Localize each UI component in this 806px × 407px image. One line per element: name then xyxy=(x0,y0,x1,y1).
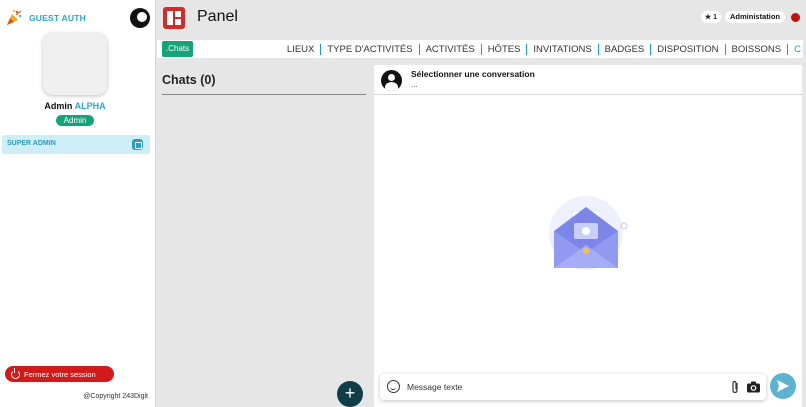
send-button[interactable] xyxy=(770,373,796,399)
tab-hotes[interactable]: HÔTES xyxy=(480,43,527,55)
camera-icon[interactable] xyxy=(746,380,761,394)
copyright: @Copyright 243Digit xyxy=(83,393,148,400)
user-last-name: ALPHA xyxy=(74,101,106,111)
admin-button[interactable]: Administation xyxy=(725,11,785,23)
role-badge: Admin xyxy=(56,115,94,126)
tab-badges[interactable]: BADGES xyxy=(597,43,651,55)
panel-logo-icon xyxy=(163,7,185,29)
header-actions: ★ 1 Administation xyxy=(700,11,800,23)
status-dot[interactable] xyxy=(791,12,800,22)
chats-list: Chats (0) + xyxy=(157,62,370,407)
conversation-header: Sélectionner une conversation ... xyxy=(374,65,802,95)
message-composer: Message texte xyxy=(380,374,766,400)
sidebar-item-label: SUPER ADMIN xyxy=(7,140,56,147)
tabs-bar: .Chats LIEUX TYPE D'ACTIVITÉS ACTIVITÉS … xyxy=(157,40,803,58)
tab-invitations[interactable]: INVITATIONS xyxy=(526,43,597,55)
party-popper-icon xyxy=(7,10,22,25)
tab-lieux[interactable]: LIEUX xyxy=(281,44,320,55)
brand[interactable]: GUEST AUTH xyxy=(5,9,86,27)
tab-activites[interactable]: ACTIVITÉS xyxy=(418,43,481,55)
user-first-name: Admin xyxy=(44,101,73,111)
conversation-panel: Sélectionner une conversation ... Messag… xyxy=(374,65,802,407)
tab-more[interactable]: C xyxy=(787,43,803,55)
sidebar-item-super-admin[interactable]: SUPER ADMIN xyxy=(2,135,150,154)
envelope-illustration-icon xyxy=(549,196,628,270)
avatar xyxy=(43,33,107,95)
star-count: 1 xyxy=(713,13,717,21)
conversation-subtitle: ... xyxy=(411,80,418,89)
star-icon: ★ xyxy=(704,14,712,21)
emoji-icon[interactable] xyxy=(387,380,400,393)
tabs-list: LIEUX TYPE D'ACTIVITÉS ACTIVITÉS HÔTES I… xyxy=(281,43,803,55)
sidebar: GUEST AUTH Admin ALPHA Admin SUPER ADMIN… xyxy=(0,0,156,407)
paperclip-icon[interactable] xyxy=(728,380,742,394)
logout-label: Fermez votre session xyxy=(24,369,96,379)
tab-boissons[interactable]: BOISSONS xyxy=(724,43,788,55)
tab-type-activites[interactable]: TYPE D'ACTIVITÉS xyxy=(320,43,418,55)
theme-toggle-icon[interactable] xyxy=(130,8,150,28)
add-chat-button[interactable]: + xyxy=(337,381,363,407)
logout-button[interactable]: Fermez votre session xyxy=(5,366,114,382)
tab-disposition[interactable]: DISPOSITION xyxy=(650,43,724,55)
dashboard-icon xyxy=(132,139,143,150)
user-avatar-icon xyxy=(381,70,402,91)
tab-chats[interactable]: .Chats xyxy=(162,41,194,57)
user-name: Admin ALPHA xyxy=(0,101,150,111)
page-title: Panel xyxy=(197,8,238,25)
message-input[interactable]: Message texte xyxy=(407,382,462,392)
power-icon xyxy=(11,367,20,379)
header: Panel ★ 1 Administation xyxy=(157,0,806,38)
chats-title: Chats (0) xyxy=(162,73,216,87)
send-icon xyxy=(777,380,789,392)
star-badge[interactable]: ★ 1 xyxy=(700,11,721,23)
divider xyxy=(162,94,366,95)
brand-name: GUEST AUTH xyxy=(29,13,86,23)
conversation-title: Sélectionner une conversation xyxy=(411,69,535,79)
